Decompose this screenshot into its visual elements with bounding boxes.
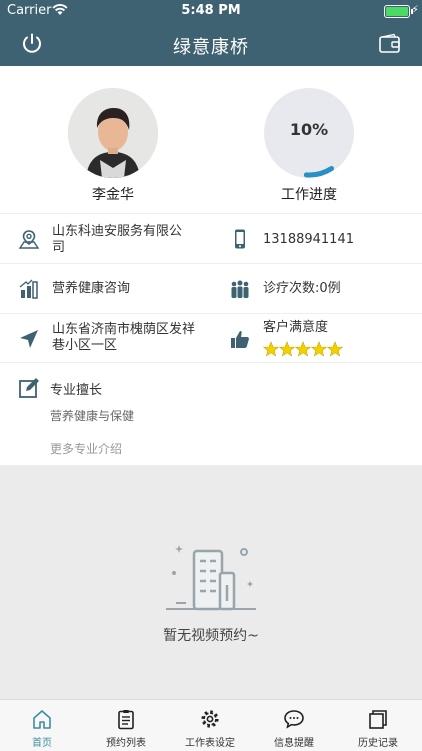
empty-state: 暂无视频预约~ xyxy=(0,465,422,699)
tab-schedule-settings[interactable]: 工作表设定 xyxy=(168,700,252,751)
company-cell: 山东科迪安服务有限公司 xyxy=(0,214,211,264)
address-text: 山东省济南市槐荫区发祥巷小区一区 xyxy=(52,322,196,353)
star-icon xyxy=(295,341,311,357)
treatments-cell: 诊疗次数:0例 xyxy=(211,264,422,314)
tab-home-label: 首页 xyxy=(32,738,52,749)
service-type: 营养健康咨询 xyxy=(52,281,131,296)
clipboard-icon xyxy=(118,710,134,730)
battery-icon xyxy=(384,5,413,18)
location-pin-icon xyxy=(18,230,40,249)
progress-percent: 10% xyxy=(289,120,329,139)
home-icon xyxy=(33,710,51,729)
health-chart-icon xyxy=(19,279,38,299)
info-row-service: 营养健康咨询 诊疗次数:0例 xyxy=(0,263,422,314)
star-icon xyxy=(311,341,327,357)
status-time: 5:48 PM xyxy=(181,3,241,18)
satisfaction-label: 客户满意度 xyxy=(263,320,329,335)
status-bar: Carrier 5:48 PM ⚡ xyxy=(0,0,422,22)
specialty-title: 专业擅长 xyxy=(50,383,103,398)
nav-bar: 绿意康桥 xyxy=(0,22,422,66)
star-icon xyxy=(279,341,295,357)
tab-schedule-settings-label: 工作表设定 xyxy=(185,738,235,749)
service-cell: 营养健康咨询 xyxy=(0,264,211,314)
address-cell: 山东省济南市槐荫区发祥巷小区一区 xyxy=(0,314,211,363)
people-group-icon xyxy=(231,280,249,298)
phone-cell[interactable]: 13188941141 xyxy=(211,214,422,264)
info-row-address: 山东省济南市槐荫区发祥巷小区一区 客户满意度 xyxy=(0,313,422,363)
profile-section: 李金华 10% 工作进度 xyxy=(0,66,422,214)
edit-icon xyxy=(19,378,39,398)
work-progress-circle: 10% xyxy=(264,88,354,178)
mobile-phone-icon xyxy=(235,229,245,249)
tab-notifications-label: 信息提醒 xyxy=(274,738,314,749)
tab-home[interactable]: 首页 xyxy=(0,700,84,751)
chat-icon xyxy=(284,710,304,729)
specialty-section: 专业擅长 营养健康与保健 更多专业介绍 xyxy=(0,362,422,466)
history-icon xyxy=(369,710,387,729)
navigation-arrow-icon xyxy=(20,330,38,348)
specialty-description: 营养健康与保健 xyxy=(50,409,135,423)
company-name: 山东科迪安服务有限公司 xyxy=(52,224,183,255)
gear-icon xyxy=(201,710,219,728)
progress-label: 工作进度 xyxy=(281,187,337,203)
tab-history[interactable]: 历史记录 xyxy=(336,700,420,751)
doctor-name: 李金华 xyxy=(92,187,134,203)
tab-notifications[interactable]: 信息提醒 xyxy=(252,700,336,751)
treatment-count: 诊疗次数:0例 xyxy=(263,281,341,296)
empty-message: 暂无视频预约~ xyxy=(163,628,259,644)
person-avatar-image xyxy=(68,88,158,178)
satisfaction-stars xyxy=(263,341,343,361)
tab-bar: 首页 预约列表 工作表设定 信息提醒 历史记录 xyxy=(0,699,422,751)
more-specialty-link[interactable]: 更多专业介绍 xyxy=(50,440,122,457)
charging-icon: ⚡ xyxy=(411,3,419,16)
phone-number[interactable]: 13188941141 xyxy=(263,232,354,248)
tab-appointments-label: 预约列表 xyxy=(106,738,146,749)
star-icon xyxy=(327,341,343,357)
avatar[interactable] xyxy=(68,88,158,178)
thumbs-up-icon xyxy=(231,331,249,348)
empty-building-icon xyxy=(166,545,256,611)
info-row-company: 山东科迪安服务有限公司 13188941141 xyxy=(0,213,422,264)
page-title: 绿意康桥 xyxy=(173,37,249,58)
wallet-icon[interactable] xyxy=(378,33,402,55)
tab-history-label: 历史记录 xyxy=(358,738,398,749)
star-icon xyxy=(263,341,279,357)
tab-appointments[interactable]: 预约列表 xyxy=(84,700,168,751)
